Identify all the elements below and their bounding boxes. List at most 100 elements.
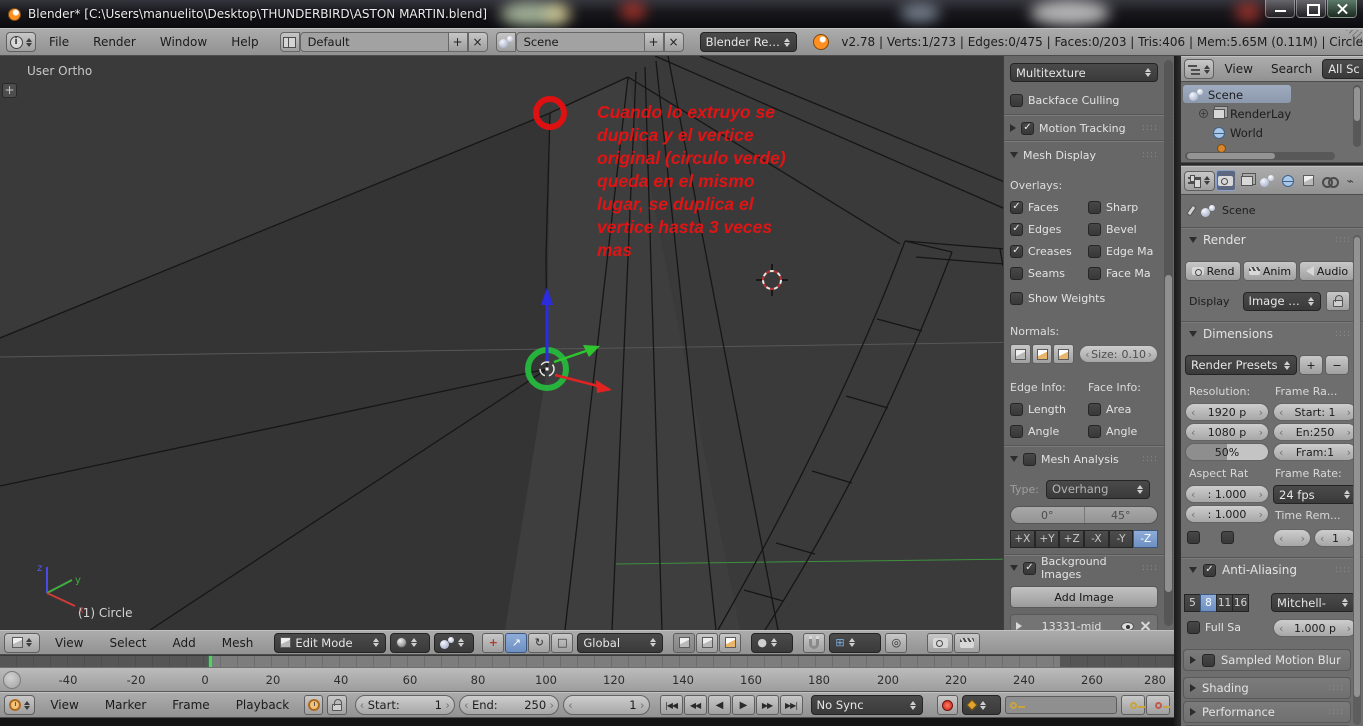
tab-render-layers[interactable] xyxy=(1237,170,1257,191)
sharp-row[interactable]: Sharp xyxy=(1088,198,1168,216)
performance-panel[interactable]: Performance xyxy=(1183,701,1351,723)
layout-delete-button[interactable]: × xyxy=(467,32,488,52)
properties-scrollbar[interactable] xyxy=(1353,235,1361,725)
keying-set-dropdown[interactable] xyxy=(961,695,1002,715)
render-animation-button[interactable]: Anim xyxy=(1243,261,1297,281)
timeline-track[interactable] xyxy=(0,655,1174,667)
tab-object[interactable] xyxy=(1299,170,1319,191)
shading-panel[interactable]: Shading xyxy=(1183,677,1351,699)
minimize-button[interactable] xyxy=(1265,0,1295,18)
aa-samples-16-button[interactable]: 16 xyxy=(1232,593,1249,612)
editor-divider[interactable] xyxy=(1174,56,1181,726)
render-panel-header[interactable]: Render xyxy=(1189,233,1351,247)
play-reverse-button[interactable]: ◀ xyxy=(707,695,731,715)
menu-file[interactable]: File xyxy=(38,35,80,49)
expand-arrow-icon[interactable] xyxy=(1189,567,1197,573)
editor-type-button[interactable] xyxy=(4,695,36,715)
face-angle-row[interactable]: Angle xyxy=(1088,422,1168,440)
add-image-button[interactable]: Add Image xyxy=(1010,586,1158,608)
render-audio-button[interactable]: Audio xyxy=(1299,261,1355,281)
render-presets-dropdown[interactable]: Render Presets xyxy=(1185,355,1297,375)
occlude-geometry-dropdown[interactable]: ● xyxy=(751,632,794,653)
scene-delete-button[interactable]: × xyxy=(663,32,684,52)
face-mark-row[interactable]: Face Ma xyxy=(1088,264,1168,282)
display-lock-button[interactable] xyxy=(1325,291,1350,311)
panel-grip-icon[interactable] xyxy=(1328,683,1344,693)
aa-filter-dropdown[interactable]: Mitchell- xyxy=(1271,593,1355,612)
frame-end-field[interactable]: End:250 xyxy=(458,695,560,715)
preset-remove-button[interactable]: − xyxy=(1325,355,1349,375)
collapse-arrow-icon[interactable] xyxy=(1010,124,1016,132)
outliner-item-renderlayers[interactable]: + RenderLay xyxy=(1199,105,1291,122)
mode-dropdown[interactable]: Edit Mode xyxy=(274,632,387,653)
face-select-button[interactable] xyxy=(719,632,742,653)
panel-grip-icon[interactable] xyxy=(1335,235,1351,245)
backface-checkbox[interactable] xyxy=(1010,93,1023,107)
editor-type-button[interactable] xyxy=(1184,170,1215,191)
frame-end-field[interactable]: En:250 xyxy=(1273,423,1357,441)
full-sample-checkbox[interactable] xyxy=(1187,621,1200,634)
aa-samples-5-button[interactable]: 5 xyxy=(1184,593,1201,612)
seams-checkbox[interactable] xyxy=(1010,266,1023,280)
axis-plus-z-button[interactable]: +Z xyxy=(1059,530,1085,548)
time-remap-old-field[interactable] xyxy=(1273,529,1311,547)
expand-arrow-icon[interactable] xyxy=(1010,565,1018,571)
antialiasing-checkbox[interactable] xyxy=(1203,563,1216,577)
menu-view[interactable]: View xyxy=(44,636,94,650)
analysis-type-dropdown[interactable]: Overhang xyxy=(1045,479,1150,499)
time-remap-new-field[interactable]: 1 xyxy=(1314,529,1357,547)
tab-render[interactable] xyxy=(1215,170,1236,191)
menu-window[interactable]: Window xyxy=(149,35,218,49)
prev-keyframe-button[interactable]: ◀◀ xyxy=(683,695,707,715)
length-checkbox[interactable] xyxy=(1010,402,1023,416)
expand-arrow-icon[interactable] xyxy=(1010,152,1018,158)
dimensions-panel-header[interactable]: Dimensions xyxy=(1189,327,1351,341)
frame-start-field[interactable]: Start: 1 xyxy=(1273,403,1357,421)
motion-tracking-header[interactable]: Motion Tracking xyxy=(1010,119,1158,137)
outliner-hscrollbar[interactable] xyxy=(1185,152,1335,160)
title-bar[interactable]: Blender* [C:\Users\manuelito\Desktop\THU… xyxy=(0,0,1363,28)
play-button[interactable]: ▶ xyxy=(731,695,755,715)
render-still-button[interactable]: Rend xyxy=(1185,261,1241,281)
current-frame-marker[interactable] xyxy=(209,656,212,667)
full-sample-row[interactable]: Full Sa xyxy=(1187,621,1241,634)
expand-arrow-icon[interactable] xyxy=(1189,237,1197,243)
preset-add-button[interactable]: + xyxy=(1299,355,1323,375)
frame-start-field[interactable]: Start:1 xyxy=(354,695,455,715)
layout-add-button[interactable]: + xyxy=(447,32,468,52)
menu-search[interactable]: Search xyxy=(1263,62,1320,76)
tab-constraints[interactable] xyxy=(1320,170,1340,191)
mesh-display-header[interactable]: Mesh Display xyxy=(1010,146,1158,164)
aspect-x-field[interactable]: : 1.000 xyxy=(1185,485,1269,503)
menu-view[interactable]: View xyxy=(39,698,89,712)
fps-dropdown[interactable]: 24 fps xyxy=(1273,485,1357,504)
current-frame-field[interactable]: 1 xyxy=(563,695,650,715)
snap-target-button[interactable]: ◎ xyxy=(885,632,908,653)
bevel-checkbox[interactable] xyxy=(1088,222,1101,236)
edge-mark-checkbox[interactable] xyxy=(1088,244,1101,258)
aa-filter-size-field[interactable]: 1.000 p xyxy=(1273,619,1357,637)
area-row[interactable]: Area xyxy=(1088,400,1168,418)
menu-add[interactable]: Add xyxy=(162,636,207,650)
outliner-vscrollbar[interactable] xyxy=(1353,85,1361,147)
opengl-render-button[interactable] xyxy=(927,632,954,653)
backface-culling-row[interactable]: Backface Culling xyxy=(1010,91,1158,109)
scene-field[interactable]: Scene xyxy=(515,32,644,52)
scene-icon-button[interactable] xyxy=(495,32,516,52)
resolution-percentage-slider[interactable]: 50% xyxy=(1185,443,1269,461)
crop-checkbox[interactable] xyxy=(1221,531,1234,544)
resolution-y-field[interactable]: 1080 p xyxy=(1185,423,1269,441)
editor-type-button[interactable] xyxy=(1184,59,1215,79)
aa-samples-11-button[interactable]: 11 xyxy=(1216,593,1233,612)
motion-blur-checkbox[interactable] xyxy=(1202,653,1215,667)
translate-manipulator-button[interactable]: ↗ xyxy=(505,632,528,653)
render-engine-dropdown[interactable]: Blender Render xyxy=(699,32,798,52)
rotate-manipulator-button[interactable]: ↻ xyxy=(528,632,551,653)
close-button[interactable] xyxy=(1327,0,1357,18)
snap-toggle-button[interactable] xyxy=(803,632,826,653)
normals-size-slider[interactable]: Size:0.10 xyxy=(1079,345,1158,363)
background-images-checkbox[interactable] xyxy=(1023,561,1036,575)
visibility-eye-icon[interactable] xyxy=(1121,621,1134,630)
bevel-row[interactable]: Bevel xyxy=(1088,220,1168,238)
jump-to-start-button[interactable]: |◀◀ xyxy=(659,695,683,715)
